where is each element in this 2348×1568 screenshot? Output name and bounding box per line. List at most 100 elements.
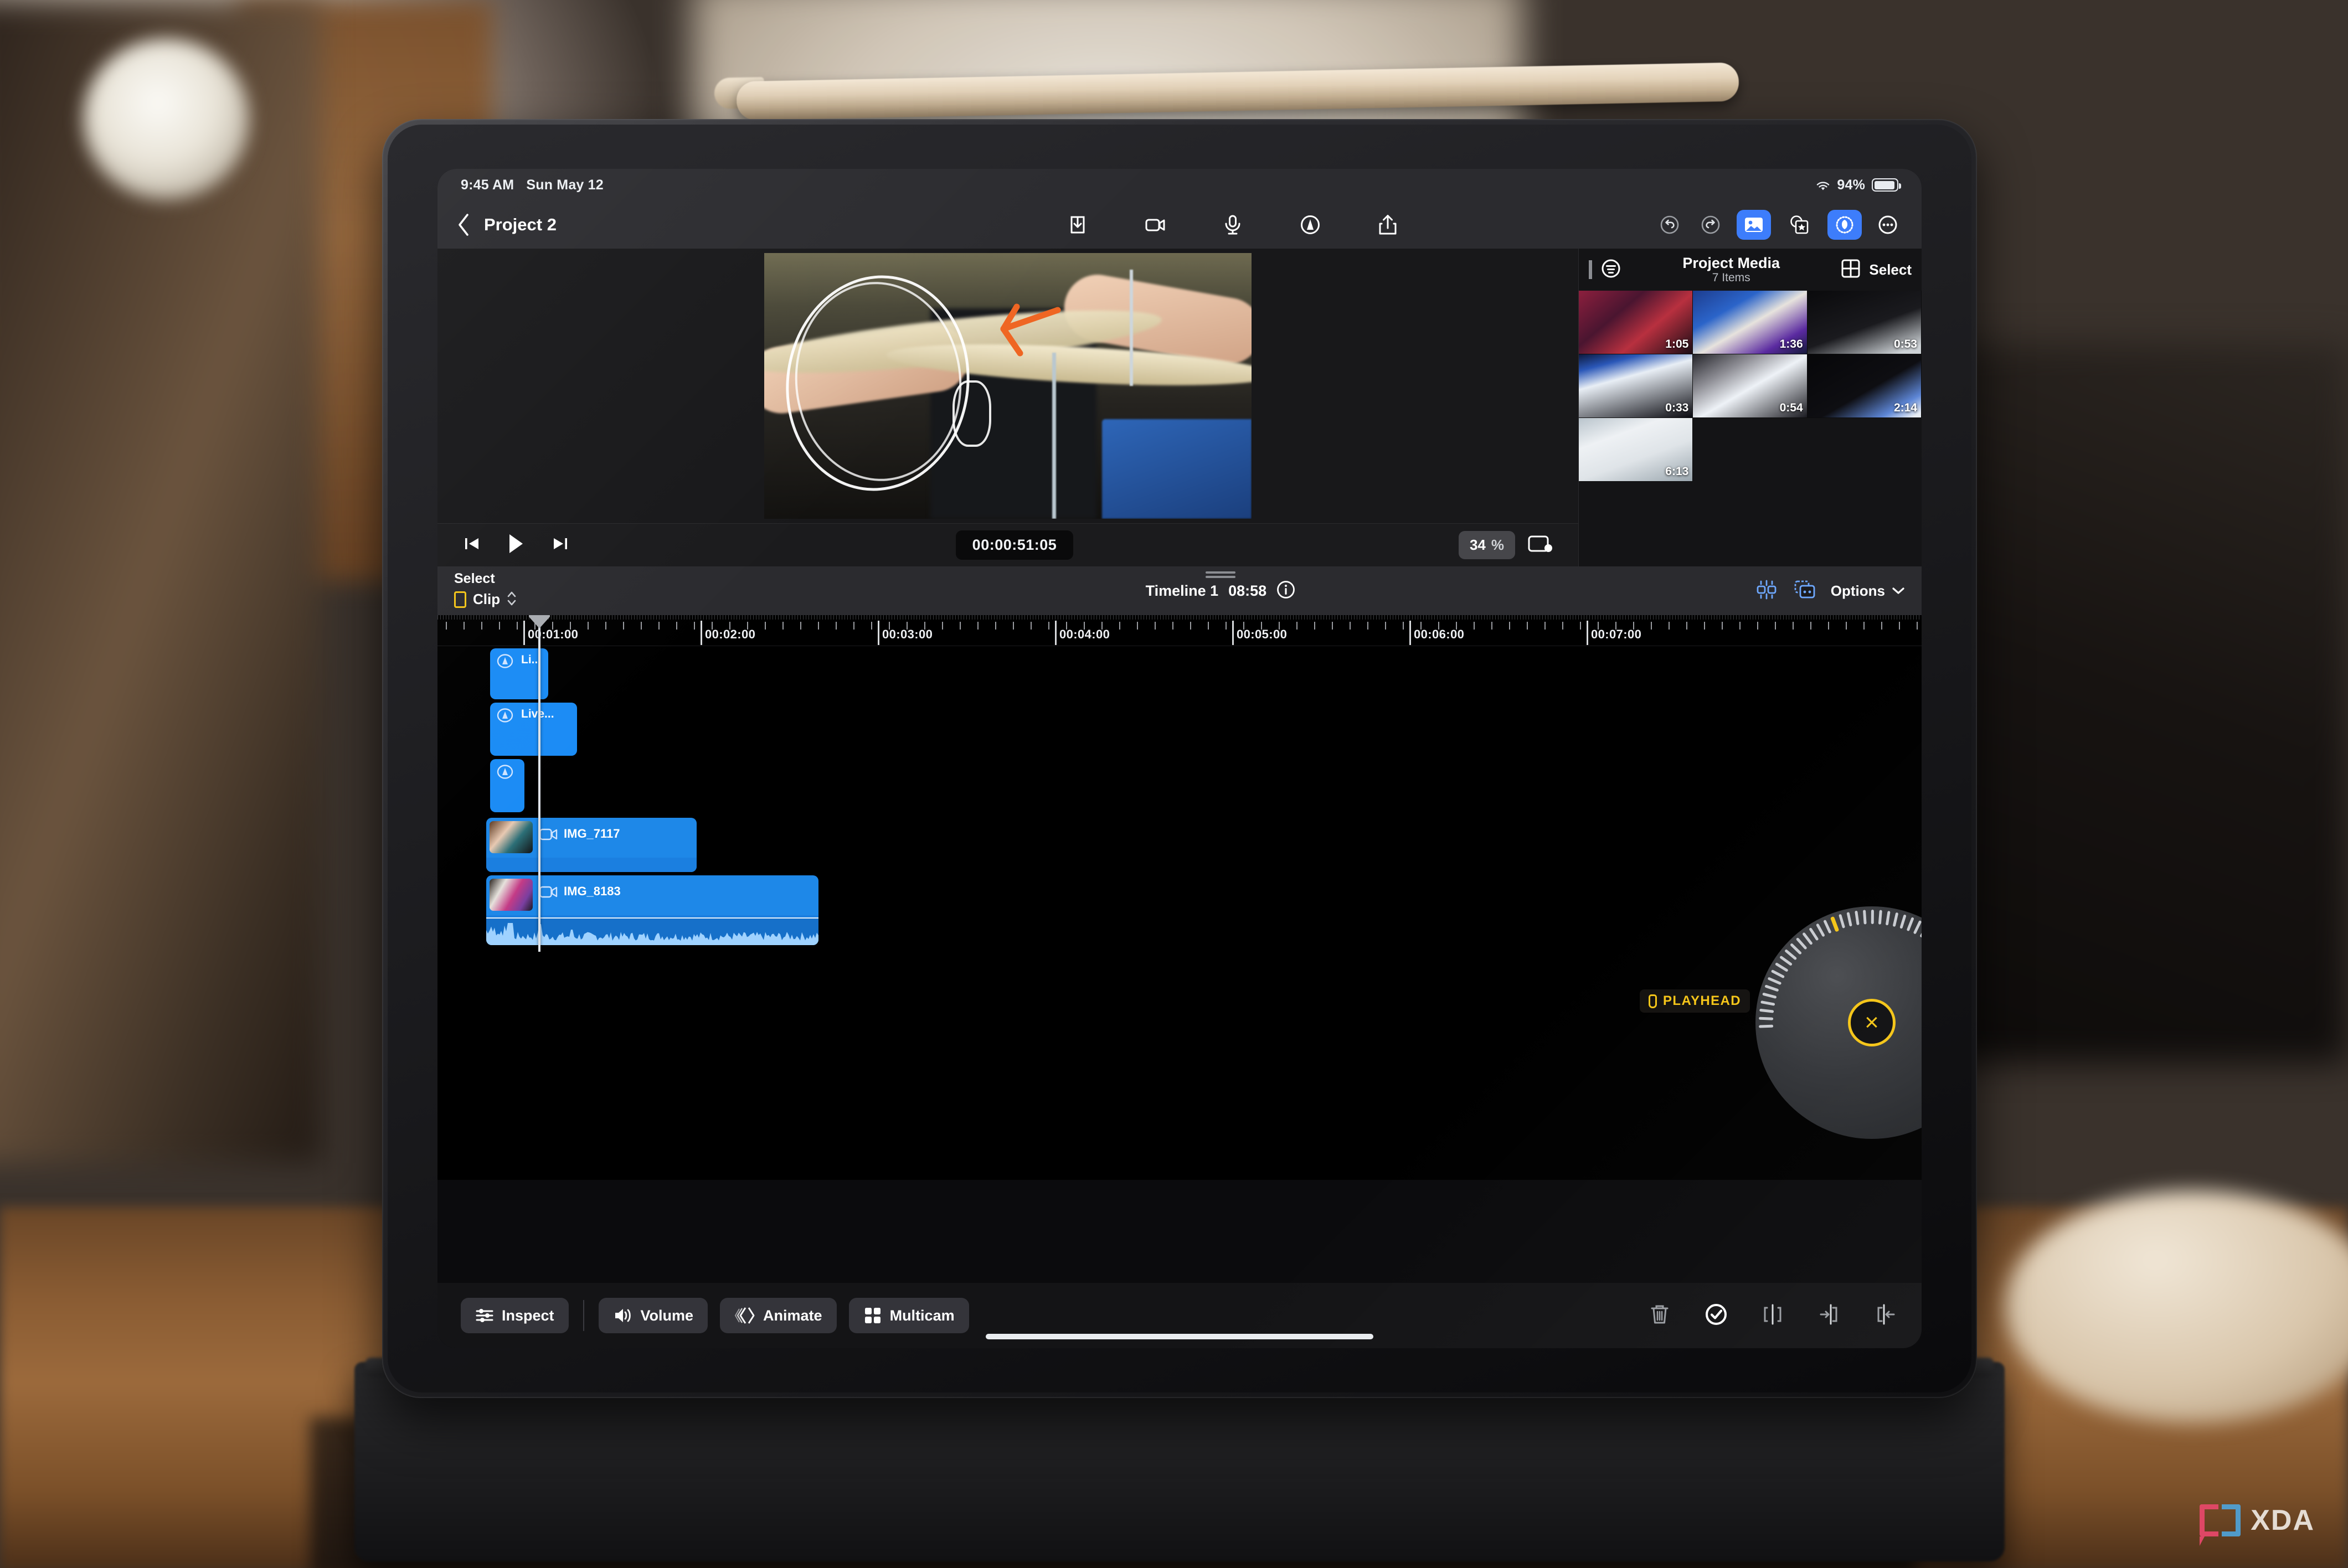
dotted-shield-icon[interactable] xyxy=(1827,210,1862,240)
xda-wordmark: XDA xyxy=(2251,1504,2315,1536)
media-item-2[interactable]: 1:36 xyxy=(1693,291,1808,354)
project-media-grid[interactable]: 1:05 1:36 0:53 0:33 0:54 2:14 6:13 xyxy=(1579,291,1922,566)
multicam-label: Multicam xyxy=(889,1307,955,1324)
project-media-title: Project Media xyxy=(1682,255,1780,272)
trash-icon[interactable] xyxy=(1647,1302,1672,1330)
clip-label: IMG_7117 xyxy=(564,827,620,840)
duplicate-overlay-icon[interactable] xyxy=(1793,579,1816,603)
media-item-7[interactable]: 6:13 xyxy=(1579,418,1693,482)
info-circle-icon[interactable] xyxy=(1276,580,1295,602)
page-title: Project 2 xyxy=(484,215,557,234)
preview-pane: 00:00:51:05 34 % xyxy=(437,249,1578,566)
media-select-button[interactable]: Select xyxy=(1869,261,1912,278)
snapping-icon[interactable] xyxy=(1754,579,1779,603)
project-media-count: 7 Items xyxy=(1712,271,1750,285)
zoom-level-unit: % xyxy=(1491,537,1504,553)
jog-wheel[interactable]: × xyxy=(1755,906,1922,1139)
photo-scene: 9:45 AM Sun May 12 94% Project 2 00:00:5… xyxy=(0,0,2348,1568)
media-duration: 0:53 xyxy=(1893,338,1917,350)
audio-clip-2[interactable]: Live... xyxy=(490,703,577,756)
selection-mode-control[interactable]: Clip xyxy=(454,589,687,611)
pen-circle-icon[interactable] xyxy=(1295,210,1325,240)
playhead[interactable] xyxy=(529,615,550,952)
viewer-layout-icon[interactable] xyxy=(1527,533,1554,557)
media-item-6[interactable]: 2:14 xyxy=(1807,354,1922,418)
media-duration: 1:05 xyxy=(1665,338,1689,350)
panel-resize-grabber[interactable] xyxy=(1205,571,1235,578)
sticker-star-icon[interactable] xyxy=(1782,210,1816,240)
timeline-header: Select Clip Timeline 1 08:58 Options xyxy=(437,566,1922,615)
clip-thumbnail xyxy=(490,879,533,911)
chevron-left-icon[interactable] xyxy=(456,213,471,237)
battery-percent-label: 94% xyxy=(1837,177,1865,193)
clip-thumbnail xyxy=(490,821,533,853)
undo-icon[interactable] xyxy=(1655,210,1685,240)
video-clip-img-8183[interactable]: IMG_8183 xyxy=(486,875,818,945)
playhead-timecode[interactable]: 00:00:51:05 xyxy=(955,530,1074,560)
skip-to-start-icon[interactable] xyxy=(462,534,482,556)
timeline-select-label: Select xyxy=(454,570,495,586)
video-camera-icon xyxy=(539,828,558,841)
insert-clip-icon[interactable] xyxy=(1816,1302,1842,1330)
options-label: Options xyxy=(1830,582,1885,599)
multicam-button[interactable]: Multicam xyxy=(848,1298,969,1333)
media-item-3[interactable]: 0:53 xyxy=(1807,291,1922,354)
project-media-header: Project Media 7 Items Select xyxy=(1579,249,1922,291)
share-up-icon[interactable] xyxy=(1373,210,1403,240)
playhead-badge-label: PLAYHEAD xyxy=(1662,993,1741,1008)
playhead-badge: PLAYHEAD xyxy=(1639,989,1750,1013)
inspect-button[interactable]: Inspect xyxy=(461,1298,569,1333)
wifi-icon xyxy=(1816,179,1830,190)
status-date: Sun May 12 xyxy=(526,177,604,193)
volume-button[interactable]: Volume xyxy=(598,1298,708,1333)
audio-clip-3[interactable] xyxy=(490,759,524,812)
playhead-marker-icon xyxy=(1648,994,1657,1008)
media-item-5[interactable]: 0:54 xyxy=(1693,354,1808,418)
annotation-scribble xyxy=(952,380,991,447)
media-item-1[interactable]: 1:05 xyxy=(1579,291,1693,354)
media-item-4[interactable]: 0:33 xyxy=(1579,354,1693,418)
timeline[interactable]: 00:01:00 00:02:00 00:03:00 00:04:00 00:0… xyxy=(437,615,1922,1180)
filter-lines-circle-icon[interactable] xyxy=(1601,259,1621,281)
ellipsis-circle-icon[interactable] xyxy=(1873,210,1903,240)
video-stage[interactable] xyxy=(437,249,1578,523)
media-duration: 1:36 xyxy=(1779,338,1803,350)
audio-waveform xyxy=(486,917,818,945)
clip-selection-icon xyxy=(454,591,466,608)
skip-to-end-icon[interactable] xyxy=(550,534,570,556)
animate-button[interactable]: Animate xyxy=(720,1298,837,1333)
sliders-icon xyxy=(476,1309,493,1322)
home-indicator[interactable] xyxy=(986,1334,1373,1339)
speaker-wave-icon xyxy=(615,1309,631,1322)
apple-music-icon xyxy=(497,653,513,669)
video-camera-icon[interactable] xyxy=(1140,210,1170,240)
chevron-up-down-icon[interactable] xyxy=(507,589,517,611)
background-lamp xyxy=(83,39,249,199)
microphone-icon[interactable] xyxy=(1218,210,1248,240)
timeline-tracks[interactable]: Li... Live... IMG_7117 IMG_8183 PLAYHEAD… xyxy=(437,615,1922,1178)
import-download-icon[interactable] xyxy=(1063,210,1093,240)
animate-label: Animate xyxy=(763,1307,822,1324)
video-camera-icon xyxy=(539,885,558,899)
transport-bar: 00:00:51:05 34 % xyxy=(437,523,1578,566)
video-preview-frame[interactable] xyxy=(764,253,1252,519)
play-icon[interactable] xyxy=(505,532,527,558)
photo-icon[interactable] xyxy=(1737,210,1771,240)
split-clip-icon[interactable] xyxy=(1760,1302,1785,1330)
chevron-down-icon xyxy=(1892,587,1904,594)
main-area: 00:00:51:05 34 % Project Media 7 Items S… xyxy=(437,249,1922,566)
selection-mode-label: Clip xyxy=(473,591,501,608)
drag-grip-icon[interactable] xyxy=(1589,260,1592,279)
timeline-ruler[interactable]: 00:01:00 00:02:00 00:03:00 00:04:00 00:0… xyxy=(437,615,1922,646)
video-clip-img-7117[interactable]: IMG_7117 xyxy=(486,818,697,872)
zoom-level-control[interactable]: 34 % xyxy=(1458,531,1515,559)
trim-clip-icon[interactable] xyxy=(1873,1302,1898,1330)
apple-music-icon xyxy=(497,764,513,780)
checkmark-circle-icon[interactable] xyxy=(1703,1302,1729,1330)
media-duration: 6:13 xyxy=(1665,465,1689,478)
redo-icon[interactable] xyxy=(1696,210,1726,240)
options-button[interactable]: Options xyxy=(1831,582,1905,600)
close-x-icon[interactable]: × xyxy=(1848,999,1896,1046)
clip-label: IMG_8183 xyxy=(564,884,621,898)
grid-view-icon[interactable] xyxy=(1841,259,1860,281)
